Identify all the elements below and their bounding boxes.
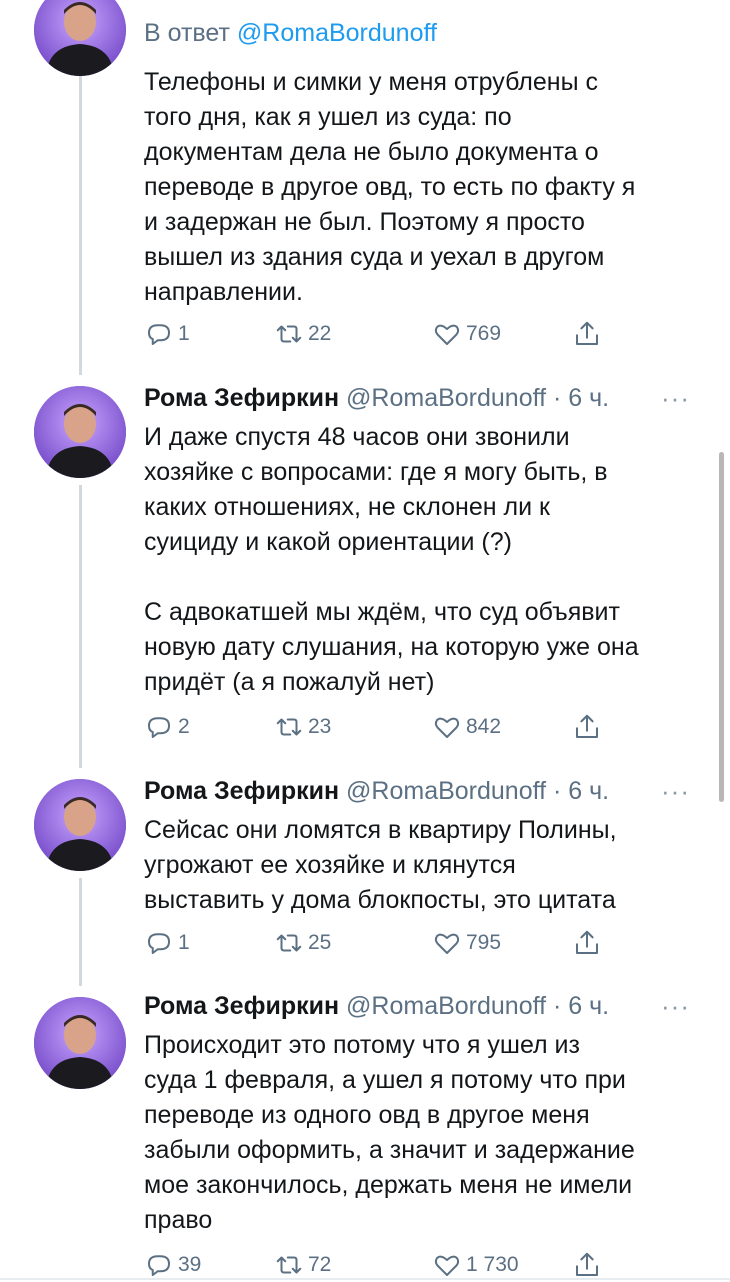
like-button[interactable]: 769 xyxy=(432,317,501,351)
avatar[interactable] xyxy=(34,997,126,1089)
retweet-count: 23 xyxy=(308,715,332,738)
author-name[interactable]: Рома Зефиркин xyxy=(144,992,339,1020)
share-button[interactable] xyxy=(572,926,606,960)
author-name[interactable]: Рома Зефиркин xyxy=(144,384,339,412)
reply-to: В ответ @RomaBordunoff xyxy=(144,16,437,50)
tweet-actions: 1 25 795 xyxy=(144,926,614,960)
reply-count: 1 xyxy=(178,931,190,954)
tweet-time[interactable]: · 6 ч. xyxy=(553,992,609,1020)
tweet-4[interactable]: Рома Зефиркин @RomaBordunoff · 6 ч. ··· … xyxy=(0,986,730,1280)
retweet-count: 22 xyxy=(308,322,332,345)
tweet-2[interactable]: Рома Зефиркин @RomaBordunoff · 6 ч. ··· … xyxy=(0,375,730,768)
tweet-header: Рома Зефиркин @RomaBordunoff · 6 ч. ··· xyxy=(144,989,690,1023)
heart-icon xyxy=(434,717,460,738)
like-count: 769 xyxy=(466,322,502,345)
like-button[interactable]: 795 xyxy=(432,926,501,960)
avatar-image xyxy=(34,0,126,76)
share-button[interactable] xyxy=(572,317,606,351)
author-handle[interactable]: @RomaBordunoff xyxy=(346,384,546,412)
tweet-3[interactable]: Рома Зефиркин @RomaBordunoff · 6 ч. ··· … xyxy=(0,768,730,986)
scrollbar[interactable] xyxy=(719,452,724,802)
tweet-text: Происходит это потому что я ушел из суда… xyxy=(144,1031,635,1234)
tweet-text: Телефоны и симки у меня отрублены с того… xyxy=(144,68,636,306)
avatar-image xyxy=(34,997,126,1089)
author-handle[interactable]: @RomaBordunoff xyxy=(346,777,546,805)
avatar[interactable] xyxy=(34,0,126,76)
reply-button[interactable]: 1 xyxy=(144,926,190,960)
like-button[interactable]: 842 xyxy=(432,710,501,744)
tweet-1[interactable]: В ответ @RomaBordunoff Телефоны и симки … xyxy=(0,0,730,375)
retweet-icon xyxy=(276,934,302,952)
tweet-header: Рома Зефиркин @RomaBordunoff · 6 ч. ··· xyxy=(144,774,690,808)
tweet-text: И даже спустя 48 часов они звонили хозяй… xyxy=(144,423,639,696)
like-count: 842 xyxy=(466,715,502,738)
reply-button[interactable]: 39 xyxy=(144,1248,201,1282)
reply-count: 1 xyxy=(178,322,190,345)
retweet-count: 25 xyxy=(308,931,332,954)
retweet-button[interactable]: 22 xyxy=(274,317,331,351)
retweet-icon xyxy=(276,325,302,343)
avatar-image xyxy=(34,779,126,871)
more-options-icon[interactable]: ··· xyxy=(661,381,690,415)
thread-line xyxy=(79,485,82,768)
tweet-actions: 2 23 842 xyxy=(144,710,614,744)
retweet-icon xyxy=(276,1256,302,1274)
share-icon xyxy=(576,930,598,954)
avatar-image xyxy=(34,386,126,478)
reply-icon xyxy=(148,1255,170,1276)
tweet-text: Сейсас они ломятся в квартиру Полины, уг… xyxy=(144,816,617,914)
like-count: 1 730 xyxy=(466,1253,519,1276)
heart-icon xyxy=(434,1255,460,1276)
reply-icon xyxy=(148,933,170,954)
like-button[interactable]: 1 730 xyxy=(432,1248,519,1282)
tweet-actions: 39 72 1 730 xyxy=(144,1248,614,1282)
tweet-time[interactable]: · 6 ч. xyxy=(553,777,609,805)
reply-count: 39 xyxy=(178,1253,202,1276)
tweet-time[interactable]: · 6 ч. xyxy=(553,384,609,412)
reply-to-prefix: В ответ xyxy=(144,19,230,47)
author-name[interactable]: Рома Зефиркин xyxy=(144,777,339,805)
retweet-button[interactable]: 23 xyxy=(274,710,331,744)
heart-icon xyxy=(434,324,460,345)
more-options-icon[interactable]: ··· xyxy=(661,774,690,808)
reply-icon xyxy=(148,717,170,738)
more-options-icon[interactable]: ··· xyxy=(661,989,690,1023)
author-handle[interactable]: @RomaBordunoff xyxy=(346,992,546,1020)
share-icon xyxy=(576,714,598,738)
retweet-button[interactable]: 72 xyxy=(274,1248,331,1282)
share-icon xyxy=(576,321,598,345)
thread-line xyxy=(79,70,82,375)
heart-icon xyxy=(434,933,460,954)
tweet-actions: 1 22 769 xyxy=(144,317,614,351)
reply-icon xyxy=(148,324,170,345)
like-count: 795 xyxy=(466,931,502,954)
reply-button[interactable]: 1 xyxy=(144,317,190,351)
retweet-icon xyxy=(276,718,302,736)
retweet-button[interactable]: 25 xyxy=(274,926,331,960)
share-icon xyxy=(576,1252,598,1276)
retweet-count: 72 xyxy=(308,1253,332,1276)
reply-button[interactable]: 2 xyxy=(144,710,190,744)
avatar[interactable] xyxy=(34,779,126,871)
thread-line xyxy=(79,878,82,986)
tweet-header: Рома Зефиркин @RomaBordunoff · 6 ч. ··· xyxy=(144,381,690,415)
avatar[interactable] xyxy=(34,386,126,478)
reply-to-handle-link[interactable]: @RomaBordunoff xyxy=(237,19,437,47)
share-button[interactable] xyxy=(572,1248,606,1282)
thread: В ответ @RomaBordunoff Телефоны и симки … xyxy=(0,0,730,1280)
reply-count: 2 xyxy=(178,715,190,738)
share-button[interactable] xyxy=(572,710,606,744)
